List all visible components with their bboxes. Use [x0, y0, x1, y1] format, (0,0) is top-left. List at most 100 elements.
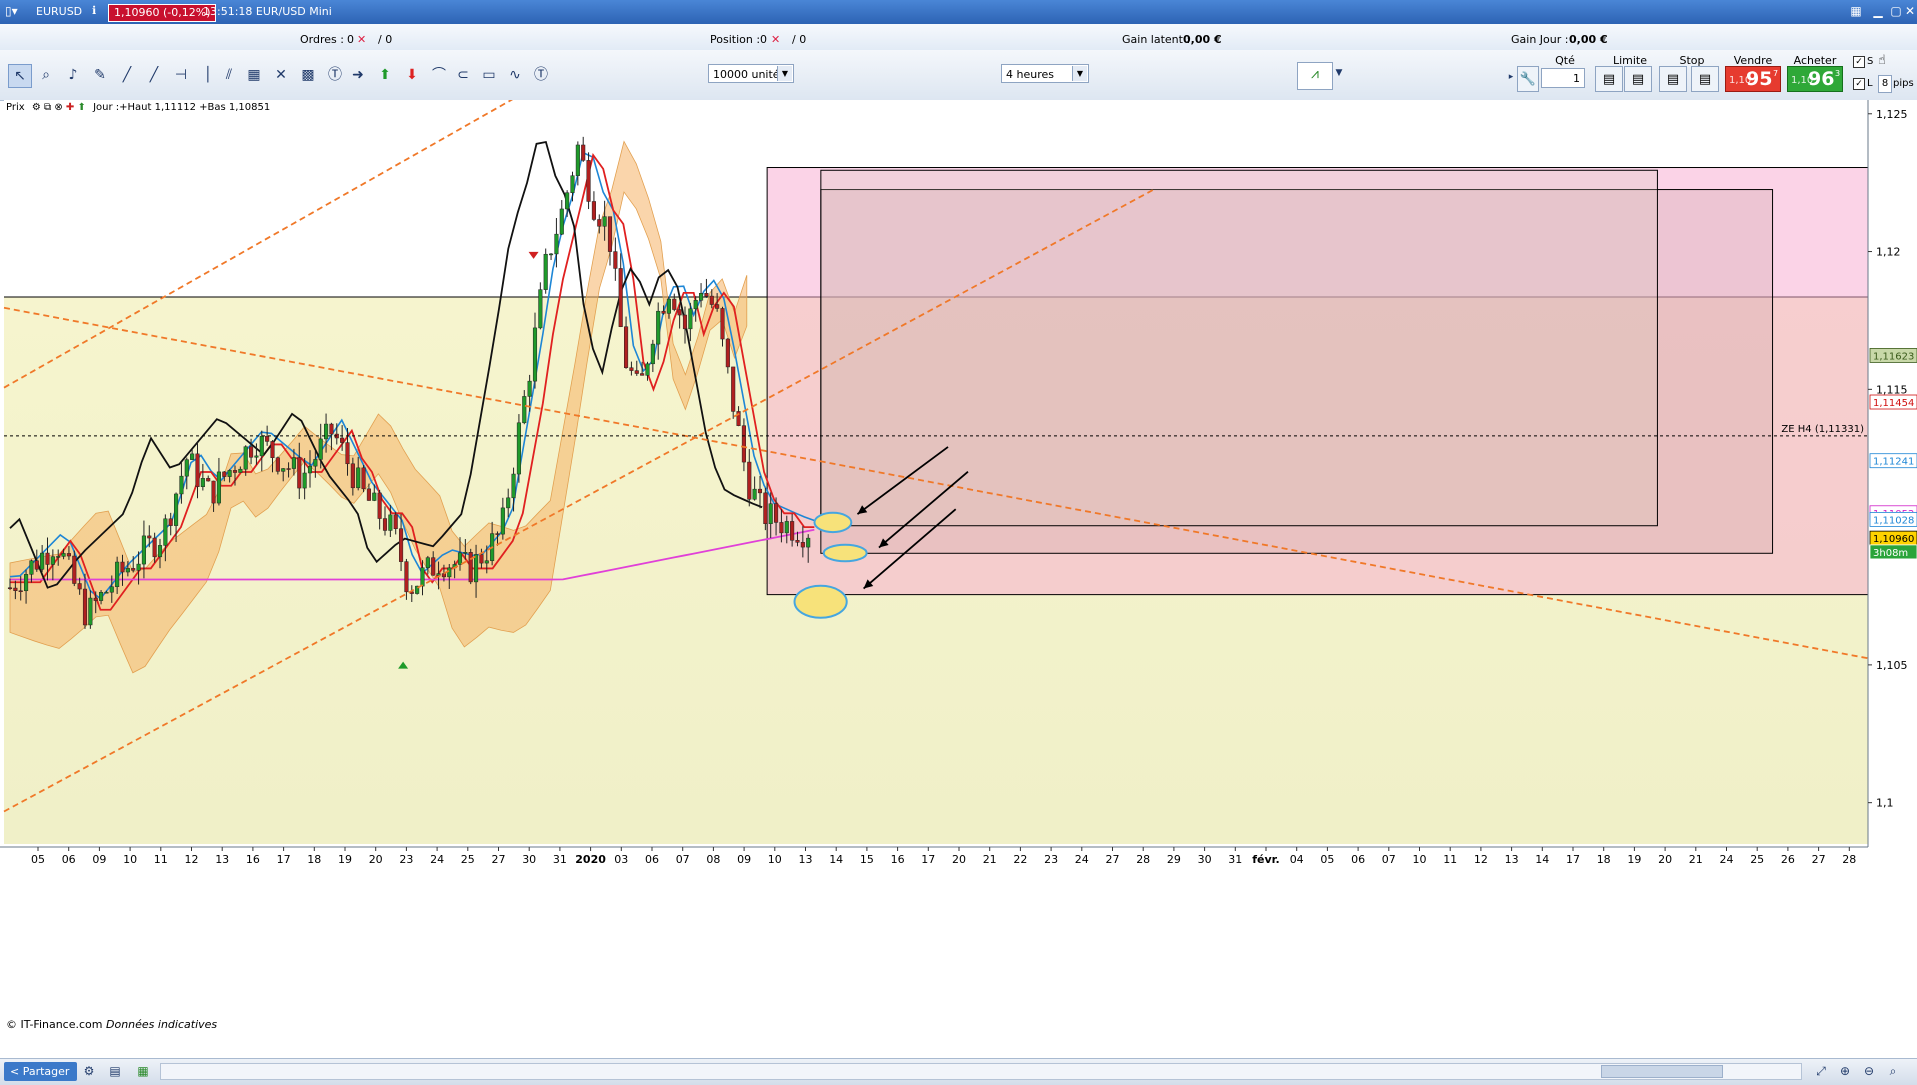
chart-settings-icon[interactable]: ⚙ — [80, 1063, 98, 1080]
wrench-icon[interactable]: 🔧 — [1517, 66, 1539, 92]
stop-buy-button[interactable]: ▤ — [1659, 66, 1687, 92]
candle-body — [522, 396, 527, 424]
limit-buy-button[interactable]: ▤ — [1595, 66, 1623, 92]
candle-body — [420, 567, 425, 587]
x-tick-label: 04 — [1290, 853, 1304, 866]
ellipse-tool-icon[interactable]: ⌒ — [428, 64, 450, 86]
copy-icon[interactable]: ⧉ — [44, 102, 51, 113]
candle-body — [661, 310, 666, 314]
vertical-line-icon[interactable]: │ — [197, 64, 219, 86]
text-icon[interactable]: Ⓣ — [324, 64, 346, 86]
cursor-icon[interactable]: ↖ — [8, 64, 32, 88]
grid-icon[interactable]: ▩ — [297, 64, 319, 86]
chevron-down-icon[interactable]: ▼ — [777, 66, 792, 81]
indicator-icon[interactable]: ∿ — [504, 64, 526, 86]
orders-total: / 0 — [378, 33, 393, 46]
x-tick-label: 21 — [983, 853, 997, 866]
qty-input[interactable]: 1 — [1541, 68, 1585, 88]
sell-button[interactable]: 1,10 95 7 — [1725, 66, 1781, 92]
copyright-text: © IT-Finance.com — [6, 1018, 103, 1031]
instrument-name[interactable]: EURUSD — [36, 5, 82, 18]
info-icon[interactable]: ℹ — [92, 4, 96, 17]
x-tick-label: 05 — [1320, 853, 1334, 866]
orders-label: Ordres : — [300, 33, 344, 46]
x-tick-label: 16 — [246, 853, 260, 866]
buy-button[interactable]: 1,10 96 3 — [1787, 66, 1843, 92]
qty-label: Qté — [1555, 54, 1575, 67]
chart-type-icon[interactable]: ⩘ — [1297, 62, 1333, 90]
candle-body — [559, 208, 564, 235]
notes-icon[interactable]: ▤ — [106, 1063, 124, 1080]
candle-body — [666, 298, 671, 314]
x-tick-label: 15 — [860, 853, 874, 866]
channel-icon[interactable]: ⫽ — [218, 64, 240, 86]
text-tool-icon[interactable]: Ⓣ — [530, 64, 552, 86]
candle-body — [179, 475, 184, 495]
x-tick-label: 09 — [737, 853, 751, 866]
fan-icon[interactable]: ✕ — [270, 64, 292, 86]
cursor-hand-icon[interactable]: ☝ — [1878, 53, 1886, 68]
share-icon: < — [10, 1065, 20, 1078]
share-button[interactable]: < Partager — [4, 1062, 78, 1081]
position-delete-icon[interactable]: ✕ — [771, 33, 780, 46]
autoscale-icon[interactable]: ⤢ — [1812, 1063, 1830, 1080]
zoom-in-icon[interactable]: ⊕ — [1836, 1063, 1854, 1080]
arrow-up-icon[interactable]: ⬆ — [374, 64, 396, 86]
up-arrow-icon[interactable]: ⬆ — [78, 102, 86, 113]
segment-icon[interactable]: ╱ — [116, 64, 138, 86]
price-tag-label: 1,11028 — [1873, 515, 1914, 526]
arrow-right-icon[interactable]: ➜ — [347, 64, 369, 86]
stop-sell-button[interactable]: ▤ — [1691, 66, 1719, 92]
indicators-icon[interactable]: ▦ — [134, 1063, 152, 1080]
lasso-icon[interactable]: ⊂ — [452, 64, 474, 86]
price-chart[interactable]: ZE H4 (1,11331) 1,125 1,12 1,115 1,105 1,1 1,… — [0, 100, 1917, 1063]
x-tick-label: 22 — [1013, 853, 1027, 866]
chevron-down-icon[interactable]: ▼ — [1333, 62, 1345, 84]
fibonacci-icon[interactable]: ▦ — [243, 64, 265, 86]
latent-gain-value: 0,00 € — [1183, 33, 1222, 46]
scrollbar-thumb[interactable] — [1601, 1065, 1723, 1078]
candle-body — [538, 289, 543, 329]
account-info-bar: Ordres : 0 ✕ / 0 Position : 0 ✕ / 0 Gain… — [0, 24, 1917, 51]
s-checkbox[interactable]: ✓ — [1853, 56, 1865, 68]
arrow-down-icon[interactable]: ⬇ — [401, 64, 423, 86]
candle-body — [388, 514, 393, 531]
x-tick-label: 24 — [1720, 853, 1734, 866]
period-select[interactable]: 4 heures ▼ — [1001, 64, 1089, 83]
pips-input[interactable]: 8 — [1878, 75, 1892, 93]
chart-area[interactable]: ZE H4 (1,11331) 1,125 1,12 1,115 1,105 1,1 1,… — [0, 100, 1917, 1063]
horizontal-scrollbar[interactable] — [160, 1063, 1802, 1080]
prix-label[interactable]: Prix — [6, 102, 25, 113]
keyboard-icon[interactable]: ▦ — [1848, 4, 1864, 19]
candle-body — [506, 497, 511, 509]
zoom-icon[interactable]: ⌕ — [35, 64, 57, 86]
alert-bell-icon[interactable]: ♪ — [62, 64, 84, 86]
chevron-down-icon[interactable]: ▼ — [1072, 66, 1087, 81]
x-tick-label: 31 — [553, 853, 567, 866]
units-select[interactable]: 10000 unités ▼ — [708, 64, 794, 83]
limit-sell-button[interactable]: ▤ — [1624, 66, 1652, 92]
rectangle-icon[interactable]: ▭ — [478, 64, 500, 86]
candle-body — [747, 461, 752, 500]
close-button[interactable]: ✕ — [1902, 4, 1917, 19]
price-change-badge: 1,10960 (-0,12%) — [108, 4, 217, 22]
candle-body — [715, 304, 720, 309]
x-tick-label: 11 — [1443, 853, 1457, 866]
l-checkbox[interactable]: ✓ — [1853, 78, 1865, 90]
candle-body — [147, 535, 152, 539]
line-icon[interactable]: ╱ — [143, 64, 165, 86]
zoom-fit-icon[interactable]: ⌕ — [1884, 1063, 1902, 1080]
close-chart-icon[interactable]: ⊗ — [54, 102, 62, 113]
minimize-button[interactable]: ▁ — [1870, 4, 1886, 19]
add-icon[interactable]: ✚ — [66, 102, 74, 113]
orders-delete-icon[interactable]: ✕ — [357, 33, 366, 46]
candle-body — [602, 216, 607, 227]
zoom-out-icon[interactable]: ⊖ — [1860, 1063, 1878, 1080]
collapse-arrow-icon[interactable]: ▸ — [1507, 66, 1515, 88]
properties-icon[interactable]: ⚙ — [32, 102, 41, 113]
horizontal-line-icon[interactable]: ⊣ — [170, 64, 192, 86]
candle-body — [463, 552, 468, 554]
window-icon[interactable]: ▯▾ — [5, 4, 18, 18]
candle-body — [720, 308, 725, 340]
ruler-icon[interactable]: ✎ — [89, 64, 111, 86]
